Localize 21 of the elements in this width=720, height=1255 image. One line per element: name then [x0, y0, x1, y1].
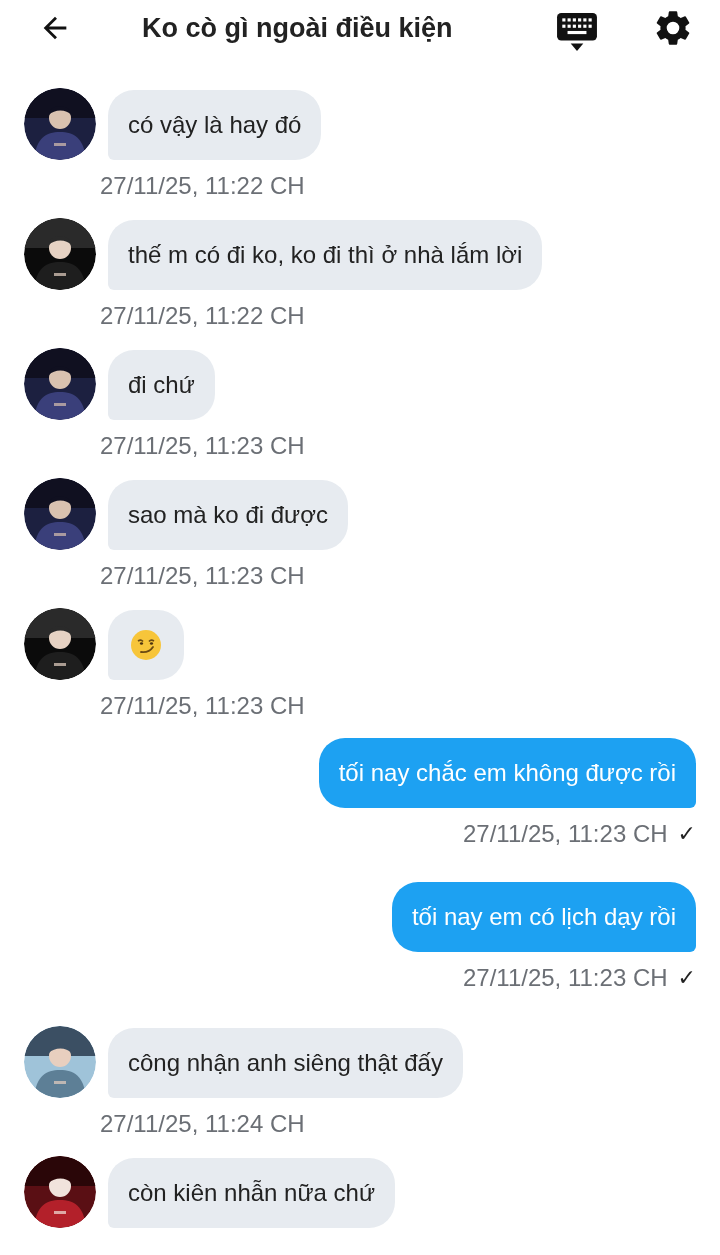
keyboard-icon[interactable] — [556, 11, 598, 53]
smirk-emoji-icon — [130, 629, 162, 661]
message-time: 27/11/25, 11:23 CH — [99, 561, 306, 591]
message-time: 27/11/25, 11:23 CH — [462, 963, 668, 993]
chat-title: Ko cò gì ngoài điều kiện — [142, 12, 454, 44]
message-time: 27/11/25, 11:23 CH — [99, 691, 306, 721]
message-time: 27/11/25, 11:24 CH — [99, 1109, 306, 1139]
message-bubble: có vậy là hay đó — [108, 90, 322, 160]
message-bubble: sao mà ko đi được — [108, 480, 348, 550]
sent-check: ✓ — [677, 965, 696, 991]
message-bubble: thế m có đi ko, ko đi thì ở nhà lắm lời — [108, 220, 543, 290]
message-time: 27/11/25, 11:23 CH — [462, 819, 668, 849]
sent-check: ✓ — [677, 821, 696, 847]
message-time: 27/11/25, 11:23 CH — [99, 431, 306, 461]
message-bubble: còn kiên nhẫn nữa chứ — [108, 1158, 395, 1228]
message-bubble: công nhận anh siêng thật đấy — [108, 1028, 463, 1098]
message-bubble: tối nay chắc em không được rồi — [318, 738, 696, 808]
message-time: 27/11/25, 11:22 CH — [99, 301, 306, 331]
message-time: 27/11/25, 11:22 CH — [99, 171, 306, 201]
message-bubble: tối nay em có lịch dạy rồi — [391, 882, 696, 952]
message-bubble: đi chứ — [108, 350, 215, 420]
